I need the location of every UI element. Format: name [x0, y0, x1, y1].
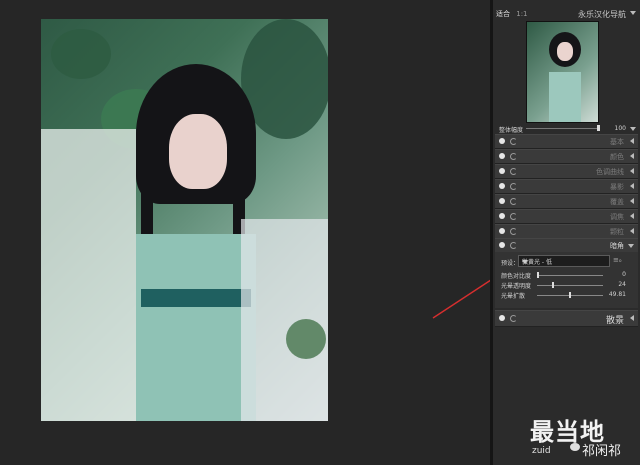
dropdown-arrow-icon [522, 260, 528, 264]
slider-label: 颜色对比度 [501, 273, 532, 280]
watermark-url: zuid [532, 446, 551, 456]
slider-knob[interactable] [537, 272, 539, 278]
section-label: 颜色 [610, 153, 624, 161]
reset-icon[interactable] [510, 198, 517, 205]
section-vignette[interactable]: 暗角 [495, 238, 638, 253]
section-overlay[interactable]: 覆盖 [495, 194, 638, 209]
zoom-ratio-label[interactable]: 1:1 [516, 10, 527, 18]
toggle-icon[interactable] [499, 242, 505, 248]
collapse-arrow-icon[interactable] [630, 153, 634, 159]
slider-knob[interactable] [552, 282, 555, 288]
reset-icon[interactable] [510, 228, 517, 235]
right-panel: 适合 1:1 永乐汉化导航 整体幅度 100 基本 颜色 色调曲线 暴影 覆盖 [493, 0, 640, 465]
section-color[interactable]: 颜色 [495, 149, 638, 164]
reset-icon[interactable] [510, 242, 517, 249]
section-focus[interactable]: 调焦 [495, 209, 638, 224]
slider-row-glow-opacity[interactable]: 光晕透明度 24 [495, 281, 638, 290]
toggle-icon[interactable] [499, 228, 505, 234]
master-amount-slider[interactable] [526, 128, 600, 129]
reset-icon[interactable] [510, 168, 517, 175]
master-amount-label: 整体幅度 [499, 127, 524, 134]
section-label: 颗粒 [610, 228, 624, 236]
slider-track[interactable] [537, 275, 603, 276]
slider-label: 光晕透明度 [501, 283, 532, 290]
toggle-icon[interactable] [499, 213, 505, 219]
preset-menu-icon[interactable]: ≡ₒ [613, 256, 622, 264]
master-amount-row[interactable]: 整体幅度 100 [493, 124, 640, 134]
section-tone-curve[interactable]: 色调曲线 [495, 164, 638, 179]
section-grain[interactable]: 颗粒 [495, 224, 638, 239]
slider-value: 0 [622, 271, 626, 278]
toggle-icon[interactable] [499, 138, 505, 144]
slider-knob[interactable] [569, 292, 571, 298]
toggle-icon[interactable] [499, 153, 505, 159]
navigator-thumbnail[interactable] [526, 21, 599, 123]
watermark: 最当地 zuid 祁闲祁 [530, 410, 640, 465]
toggle-icon[interactable] [499, 198, 505, 204]
slider-track[interactable] [537, 285, 603, 286]
section-label: 调焦 [610, 213, 624, 221]
slider-row-color-contrast[interactable]: 颜色对比度 0 [495, 271, 638, 280]
weibo-icon [570, 443, 580, 451]
section-label: 暴影 [610, 183, 624, 191]
section-label: 散景 [605, 316, 624, 326]
navigator-title: 永乐汉化导航 [578, 10, 626, 19]
toggle-icon[interactable] [499, 183, 505, 189]
section-basic[interactable]: 基本 [495, 134, 638, 149]
section-label: 基本 [610, 138, 624, 146]
navigator-collapse-icon[interactable] [630, 11, 636, 15]
toggle-icon[interactable] [499, 315, 505, 321]
section-exposure[interactable]: 暴影 [495, 179, 638, 194]
master-amount-knob[interactable] [597, 125, 600, 131]
navigator-header: 适合 1:1 永乐汉化导航 [493, 6, 640, 20]
zoom-fit-label[interactable]: 适合 [496, 10, 510, 18]
section-bokeh[interactable]: 散景 [495, 310, 638, 327]
slider-value: 49.81 [608, 291, 626, 298]
collapse-arrow-icon[interactable] [630, 198, 634, 204]
collapse-arrow-icon[interactable] [630, 213, 634, 219]
thumb-dress [549, 72, 581, 122]
section-label: 覆盖 [610, 198, 624, 206]
thumb-face [557, 42, 573, 61]
preset-label: 预设： [501, 260, 520, 267]
preset-dropdown[interactable]: 微黄光 - 低 [518, 255, 610, 267]
expand-arrow-icon[interactable] [628, 244, 634, 248]
collapse-arrow-icon[interactable] [630, 168, 634, 174]
slider-value: 24 [618, 281, 626, 288]
reset-icon[interactable] [510, 183, 517, 190]
section-label: 色调曲线 [596, 168, 624, 176]
reset-icon[interactable] [510, 213, 517, 220]
reset-icon[interactable] [510, 315, 517, 322]
slider-row-glow-spread[interactable]: 光晕扩散 49.81 [495, 291, 638, 300]
collapse-arrow-icon[interactable] [630, 183, 634, 189]
reset-icon[interactable] [510, 138, 517, 145]
navigator-zoom[interactable]: 适合 1:1 [496, 9, 528, 19]
watermark-handle: 祁闲祁 [582, 444, 622, 459]
collapse-arrow-icon[interactable] [630, 138, 634, 144]
vignette-panel: 预设： 微黄光 - 低 ≡ₒ 颜色对比度 0 光晕透明度 24 光晕扩散 49.… [495, 252, 638, 308]
toggle-icon[interactable] [499, 168, 505, 174]
collapse-arrow-icon[interactable] [630, 315, 634, 321]
master-amount-value: 100 [614, 125, 626, 132]
slider-label: 光晕扩散 [501, 293, 526, 300]
master-menu-icon[interactable] [630, 127, 636, 131]
collapse-arrow-icon[interactable] [630, 228, 634, 234]
reset-icon[interactable] [510, 153, 517, 160]
section-label: 暗角 [610, 242, 624, 250]
